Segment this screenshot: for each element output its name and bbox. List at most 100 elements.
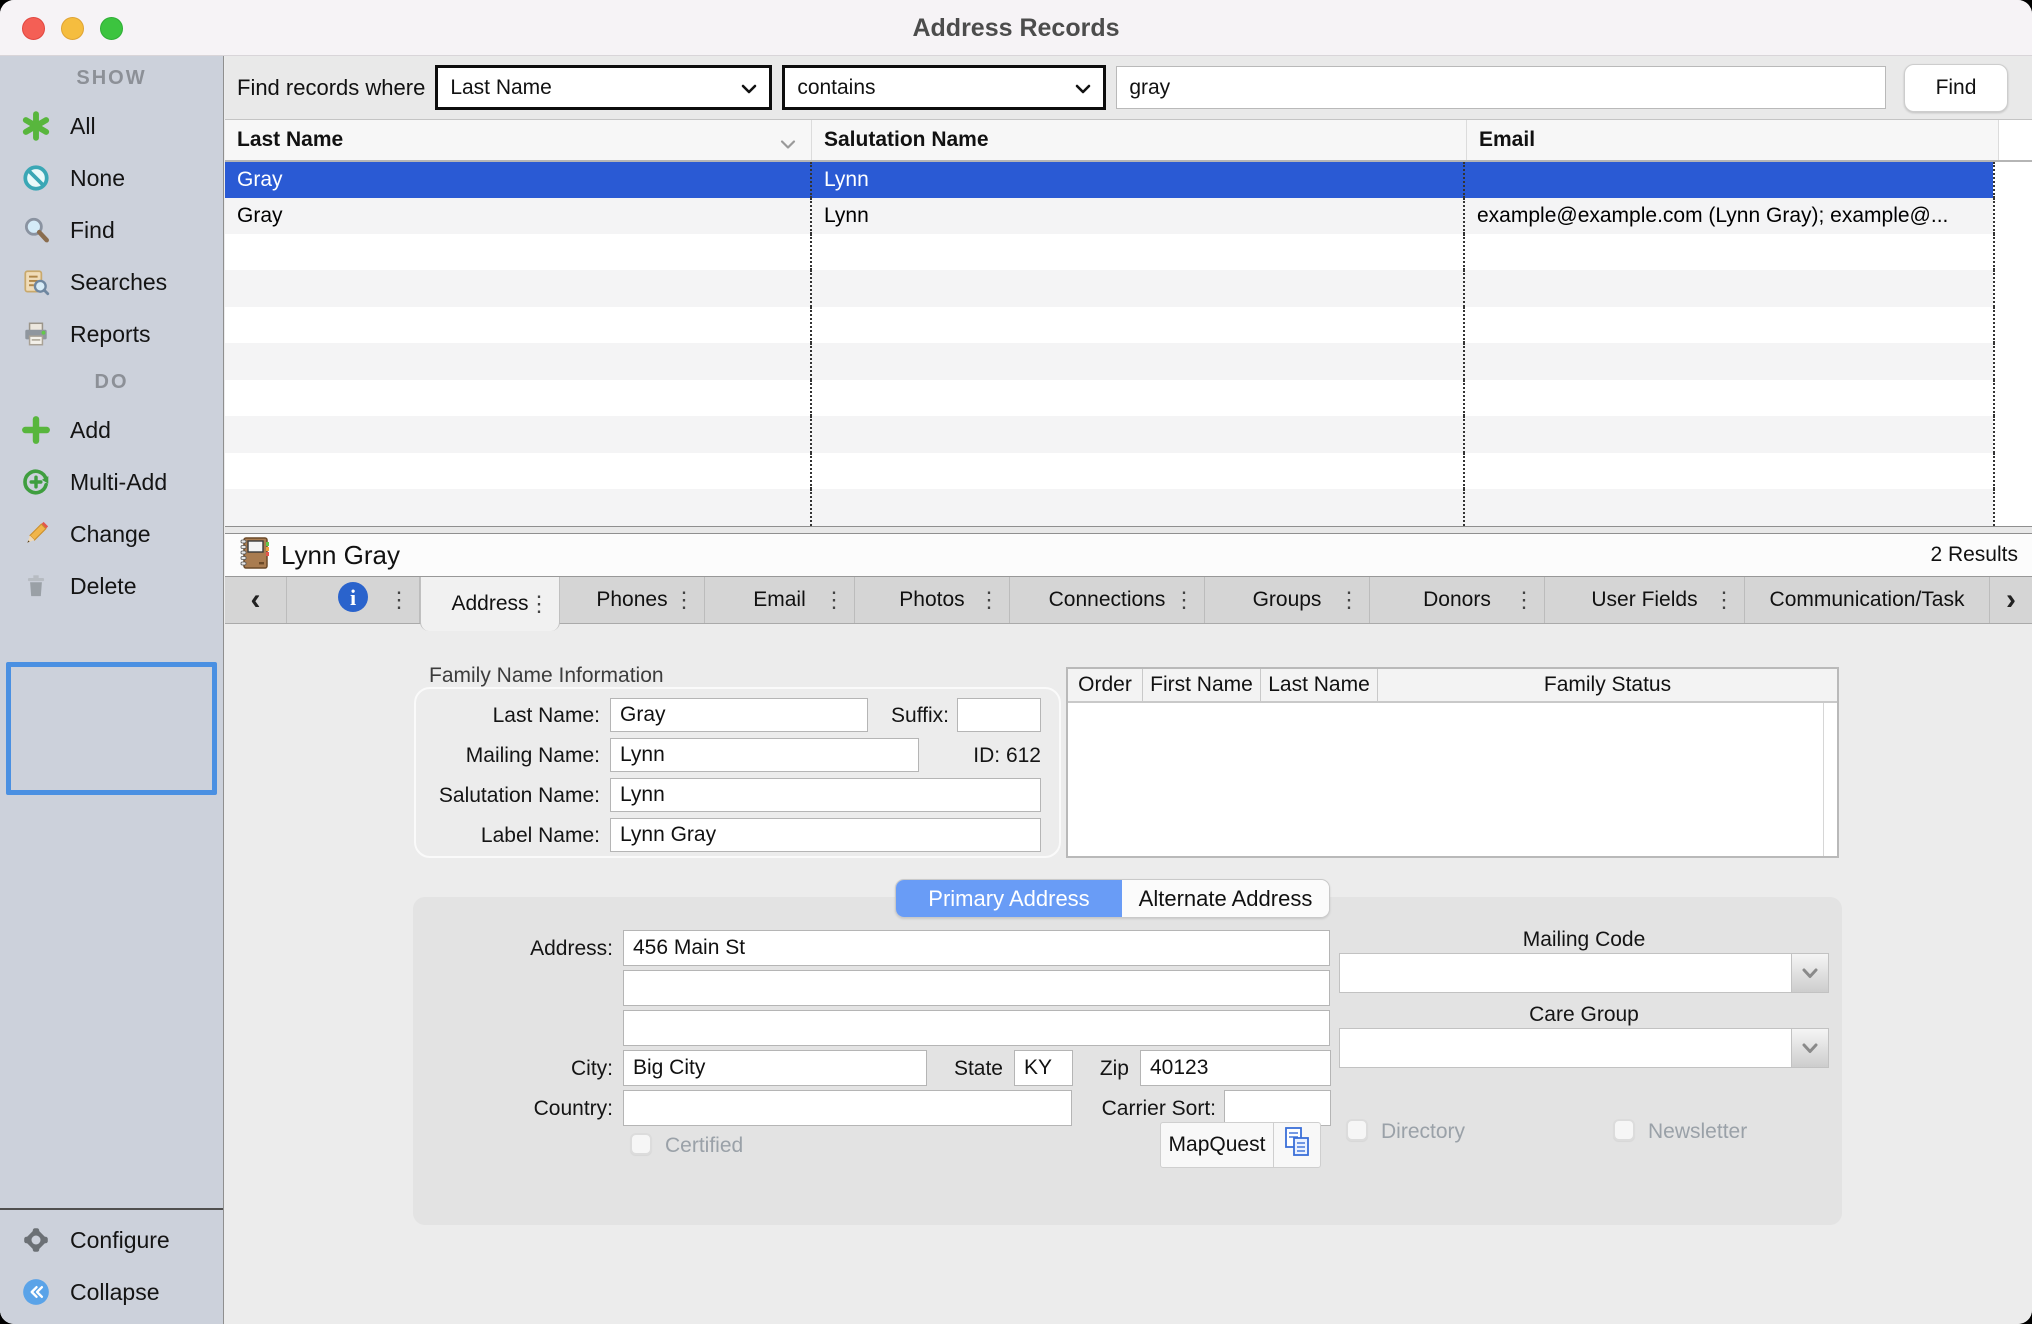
mailing-name-label: Mailing Name: <box>315 744 600 768</box>
sidebar-item-find[interactable]: Find <box>0 204 223 256</box>
tab-email[interactable]: Email⋮ <box>705 577 855 623</box>
title-bar: Address Records <box>0 0 2032 56</box>
gear-icon <box>20 1224 52 1256</box>
plus-icon <box>20 414 52 446</box>
tab-address[interactable]: Address⋮ <box>420 577 560 631</box>
members-column-family-status[interactable]: Family Status <box>1378 669 1837 701</box>
carrier-sort-field[interactable] <box>1224 1090 1331 1126</box>
sidebar-item-all[interactable]: All <box>0 100 223 152</box>
sidebar-item-add[interactable]: Add <box>0 404 223 456</box>
tab-info[interactable]: i ⋮ <box>287 577 420 623</box>
sidebar-item-label: Add <box>70 417 111 444</box>
table-row-empty[interactable] <box>225 453 2032 490</box>
mapquest-button[interactable]: MapQuest <box>1161 1123 1273 1167</box>
sidebar-item-searches[interactable]: Searches <box>0 256 223 308</box>
find-bar: Find records where Last Name contains gr… <box>225 56 2032 120</box>
directory-checkbox[interactable] <box>1346 1119 1368 1141</box>
mailing-code-label: Mailing Code <box>1339 928 1829 952</box>
salutation-name-field[interactable]: Lynn <box>610 778 1041 812</box>
tab-communication-task[interactable]: Communication/Task <box>1745 577 1990 623</box>
address-line1-field[interactable]: 456 Main St <box>623 930 1330 966</box>
results-filler <box>225 234 2032 526</box>
table-row-empty[interactable] <box>225 416 2032 453</box>
tab-dots: ⋮ <box>1338 587 1360 613</box>
cell-email: example@example.com (Lynn Gray); example… <box>1463 198 1995 234</box>
sidebar-item-label: Configure <box>70 1227 170 1254</box>
mailing-code-value <box>1340 954 1791 992</box>
members-column-first-name[interactable]: First Name <box>1143 669 1261 701</box>
find-operator-select[interactable]: contains <box>782 65 1106 110</box>
find-button[interactable]: Find <box>1904 64 2008 112</box>
mailing-name-field[interactable]: Lynn <box>610 738 919 772</box>
tab-dots: ⋮ <box>1713 587 1735 613</box>
address-line2-field[interactable] <box>623 970 1330 1006</box>
asterisk-icon <box>20 110 52 142</box>
pencil-icon <box>20 518 52 550</box>
members-column-order[interactable]: Order <box>1068 669 1143 701</box>
address-line3-field[interactable] <box>623 1010 1330 1046</box>
sidebar-item-delete[interactable]: Delete <box>0 560 223 612</box>
family-members-header: Order First Name Last Name Family Status <box>1068 669 1837 703</box>
table-row-empty[interactable] <box>225 270 2032 307</box>
state-field[interactable]: KY <box>1014 1050 1073 1086</box>
tab-groups[interactable]: Groups⋮ <box>1205 577 1370 623</box>
table-row-empty[interactable] <box>225 307 2032 344</box>
tab-photos[interactable]: Photos⋮ <box>855 577 1010 623</box>
tab-connections[interactable]: Connections⋮ <box>1010 577 1205 623</box>
sidebar-item-reports[interactable]: Reports <box>0 308 223 360</box>
members-scrollbar-track[interactable] <box>1823 703 1824 856</box>
tab-dots: ⋮ <box>978 587 1000 613</box>
sidebar-item-label: All <box>70 113 96 140</box>
sidebar-item-label: Reports <box>70 321 151 348</box>
cell-salutation: Lynn <box>810 162 1465 198</box>
copy-address-button[interactable] <box>1274 1123 1320 1167</box>
tab-user-fields[interactable]: User Fields⋮ <box>1545 577 1745 623</box>
find-field-select[interactable]: Last Name <box>435 65 772 110</box>
tabs-scroll-left-button[interactable]: ‹ <box>225 577 287 623</box>
chevron-down-icon <box>741 76 757 100</box>
column-header-last-name[interactable]: Last Name <box>225 120 812 160</box>
sidebar-item-change[interactable]: Change <box>0 508 223 560</box>
sidebar-item-configure[interactable]: Configure <box>0 1214 223 1266</box>
copy-pages-icon <box>1283 1126 1311 1164</box>
sidebar-item-label: Collapse <box>70 1279 160 1306</box>
newsletter-checkbox[interactable] <box>1613 1119 1635 1141</box>
table-row[interactable]: Gray Lynn example@example.com (Lynn Gray… <box>225 198 2032 234</box>
table-row-empty[interactable] <box>225 343 2032 380</box>
info-icon: i <box>336 580 370 620</box>
sidebar-item-collapse[interactable]: Collapse <box>0 1266 223 1318</box>
sidebar-item-none[interactable]: None <box>0 152 223 204</box>
members-column-last-name[interactable]: Last Name <box>1261 669 1378 701</box>
cell-gutter <box>1993 198 2032 234</box>
tabs-scroll-right-button[interactable]: › <box>1990 577 2032 623</box>
suffix-label: Suffix: <box>821 704 949 728</box>
table-row-empty[interactable] <box>225 234 2032 271</box>
table-row-empty[interactable] <box>225 380 2032 417</box>
search-query-input[interactable]: gray <box>1116 66 1886 109</box>
trash-icon <box>20 570 52 602</box>
care-group-select[interactable] <box>1339 1028 1829 1068</box>
label-name-field[interactable]: Lynn Gray <box>610 818 1041 852</box>
country-field[interactable] <box>623 1090 1072 1126</box>
city-label: City: <box>463 1057 613 1081</box>
sidebar-item-label: Change <box>70 521 151 548</box>
tab-phones[interactable]: Phones⋮ <box>560 577 705 623</box>
table-row[interactable]: Gray Lynn <box>225 162 2032 198</box>
tab-primary-address[interactable]: Primary Address <box>896 880 1122 917</box>
zip-field[interactable]: 40123 <box>1140 1050 1331 1086</box>
column-header-salutation-name[interactable]: Salutation Name <box>812 120 1467 160</box>
tab-alternate-address[interactable]: Alternate Address <box>1122 880 1329 917</box>
city-field[interactable]: Big City <box>623 1050 927 1086</box>
mailing-code-select[interactable] <box>1339 953 1829 993</box>
cell-email <box>1463 162 1995 198</box>
suffix-field[interactable] <box>957 698 1041 732</box>
find-bar-label: Find records where <box>237 75 425 101</box>
country-label: Country: <box>463 1097 613 1121</box>
result-count: 2 Results <box>1930 543 2018 567</box>
results-table: Last Name Salutation Name Email Gray Lyn… <box>225 120 2032 527</box>
table-row-empty[interactable] <box>225 489 2032 526</box>
certified-checkbox[interactable] <box>630 1133 652 1155</box>
column-header-email[interactable]: Email <box>1467 120 1999 160</box>
tab-donors[interactable]: Donors⋮ <box>1370 577 1545 623</box>
sidebar-item-multi-add[interactable]: Multi-Add <box>0 456 223 508</box>
